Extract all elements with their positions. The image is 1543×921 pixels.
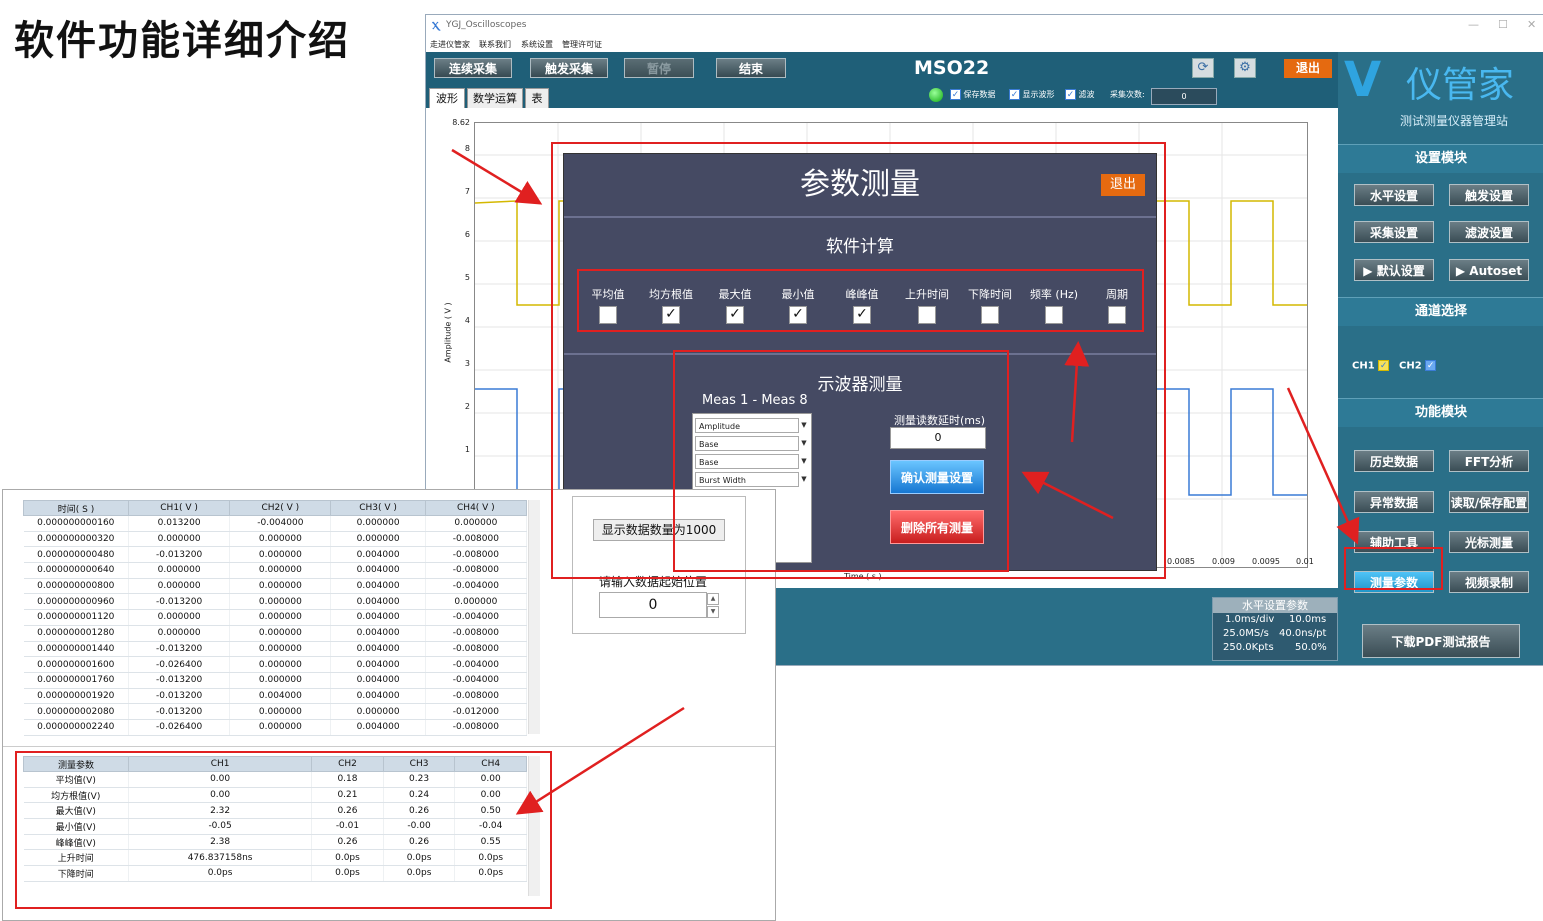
arrow-to-results — [515, 706, 685, 815]
annotation-arrows — [451, 148, 1360, 815]
arrow-to-osc-measure — [1021, 471, 1114, 520]
arrow-to-software-calc — [1064, 341, 1090, 443]
arrow-to-dialog — [451, 148, 543, 205]
arrow-to-measure-button — [1286, 387, 1360, 545]
